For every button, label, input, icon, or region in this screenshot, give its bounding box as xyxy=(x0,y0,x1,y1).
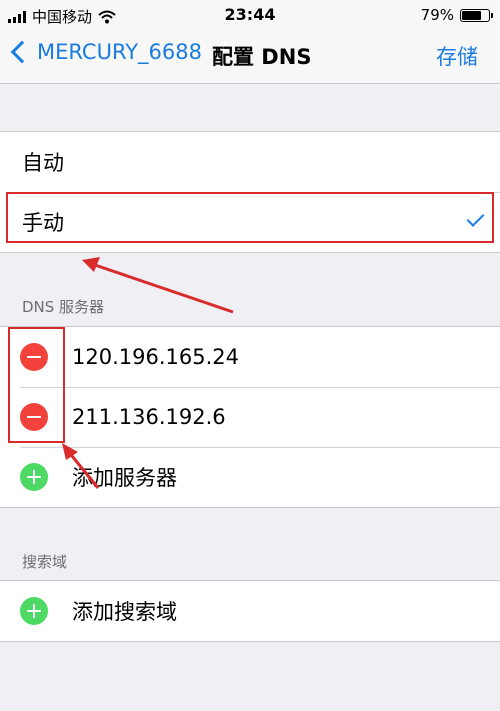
arrow-to-delete xyxy=(62,443,100,489)
annotation-arrows xyxy=(62,257,234,489)
arrow-to-manual xyxy=(82,257,234,314)
